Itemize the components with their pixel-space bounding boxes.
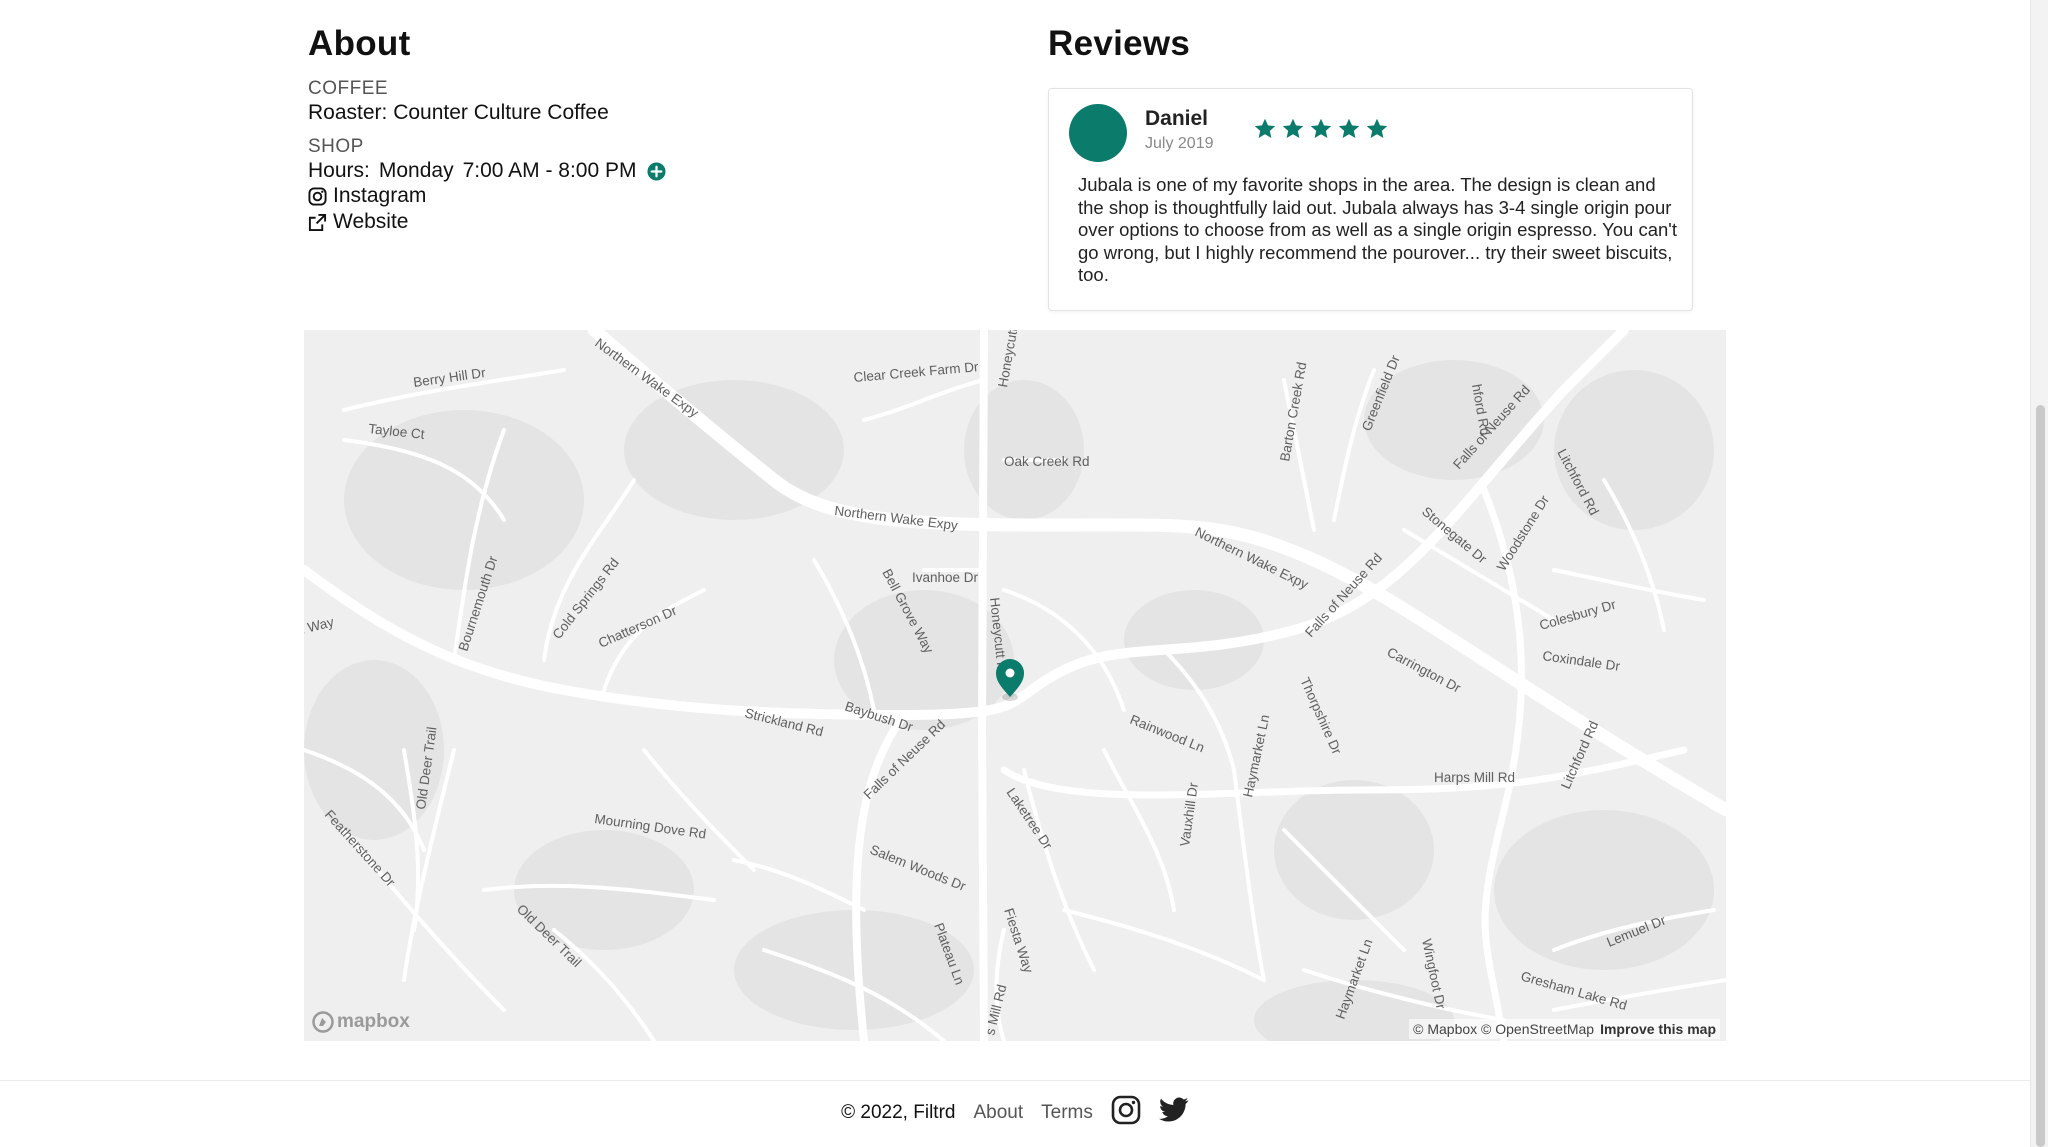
star-icon — [1281, 117, 1305, 146]
label-oak-creek: Oak Creek Rd — [1004, 454, 1090, 469]
website-link[interactable]: Website — [308, 210, 408, 234]
mapbox-logo[interactable]: mapbox — [312, 1011, 410, 1033]
mapbox-logo-text: mapbox — [337, 1011, 410, 1032]
instagram-link-label: Instagram — [333, 184, 427, 207]
label-clear-creek: Clear Creek Farm Dr — [853, 359, 980, 385]
label-harps-mill: Harps Mill Rd — [1434, 770, 1515, 785]
label-salem-woods: Salem Woods Dr — [868, 842, 968, 894]
attribution-text[interactable]: © Mapbox © OpenStreetMap — [1413, 1021, 1594, 1037]
plus-circle-icon[interactable] — [646, 161, 666, 181]
review-date: July 2019 — [1145, 135, 1214, 152]
label-barton-creek: Barton Creek Rd — [1277, 361, 1309, 463]
label-litchford-se: Litchford Rd — [1558, 719, 1601, 792]
map-canvas: Berry Hill Dr Tayloe Ct Northern Wake Ex… — [304, 330, 1726, 1041]
improve-map-link[interactable]: Improve this map — [1600, 1021, 1716, 1037]
label-way-left: n Way — [304, 614, 336, 638]
label-haymarket-mid: Haymarket Ln — [1240, 713, 1272, 798]
label-berry-hill: Berry Hill Dr — [412, 365, 487, 390]
label-ivanhoe: Ivanhoe Dr — [912, 570, 979, 585]
star-rating — [1253, 117, 1389, 146]
coffee-label: COFFEE — [308, 78, 389, 99]
scrollbar-thumb[interactable] — [2036, 405, 2045, 1147]
label-chatterson: Chatterson Dr — [596, 603, 679, 651]
shop-label: SHOP — [308, 136, 364, 157]
footer-divider — [0, 1080, 2030, 1081]
website-link-label: Website — [333, 210, 409, 233]
twitter-icon[interactable] — [1158, 1097, 1189, 1129]
label-rainwood: Rainwood Ln — [1128, 712, 1207, 755]
label-coxindale: Coxindale Dr — [1542, 648, 1622, 674]
footer-terms-link[interactable]: Terms — [1041, 1102, 1093, 1124]
footer-copyright: © 2022, Filtrd — [841, 1102, 956, 1123]
label-colesbury: Colesbury Dr — [1538, 597, 1618, 633]
avatar — [1069, 104, 1127, 162]
reviewer-name: Daniel — [1145, 107, 1209, 130]
label-honeycutt-top: Honeycutt Rd — [995, 330, 1024, 389]
label-carrington: Carrington Dr — [1385, 644, 1464, 696]
review-card: Daniel July 2019 Jubala is one of my fav… — [1048, 88, 1693, 311]
instagram-icon[interactable] — [1111, 1095, 1141, 1131]
hours-day: Monday — [378, 159, 454, 182]
hours-time: 7:00 AM - 8:00 PM — [462, 159, 637, 182]
footer-about-link[interactable]: About — [973, 1102, 1023, 1124]
map-attribution: © Mapbox © OpenStreetMap Improve this ma… — [1409, 1019, 1720, 1039]
instagram-link[interactable]: Instagram — [308, 184, 426, 208]
footer: © 2022, Filtrd About Terms — [0, 1095, 2030, 1131]
mapbox-logo-icon — [312, 1011, 334, 1033]
label-fiesta: Fiesta Way — [1001, 906, 1036, 975]
label-northern-wake-mid: Northern Wake Expy — [834, 503, 959, 533]
star-icon — [1309, 117, 1333, 146]
review-text: Jubala is one of my favorite shops in th… — [1078, 174, 1677, 285]
hours-label: Hours: — [308, 159, 370, 182]
label-thorpshire: Thorpshire Dr — [1297, 675, 1344, 757]
roaster-text: Roaster: Counter Culture Coffee — [308, 101, 609, 124]
instagram-icon — [308, 186, 327, 206]
label-vauxhill: Vauxhill Dr — [1177, 781, 1201, 847]
hours-row: Hours: Monday 7:00 AM - 8:00 PM — [308, 159, 666, 183]
star-icon — [1365, 117, 1389, 146]
map[interactable]: Berry Hill Dr Tayloe Ct Northern Wake Ex… — [304, 330, 1726, 1041]
star-icon — [1337, 117, 1361, 146]
about-title: About — [308, 24, 411, 63]
reviews-title: Reviews — [1048, 24, 1191, 63]
external-link-icon — [308, 213, 327, 232]
star-icon — [1253, 117, 1277, 146]
